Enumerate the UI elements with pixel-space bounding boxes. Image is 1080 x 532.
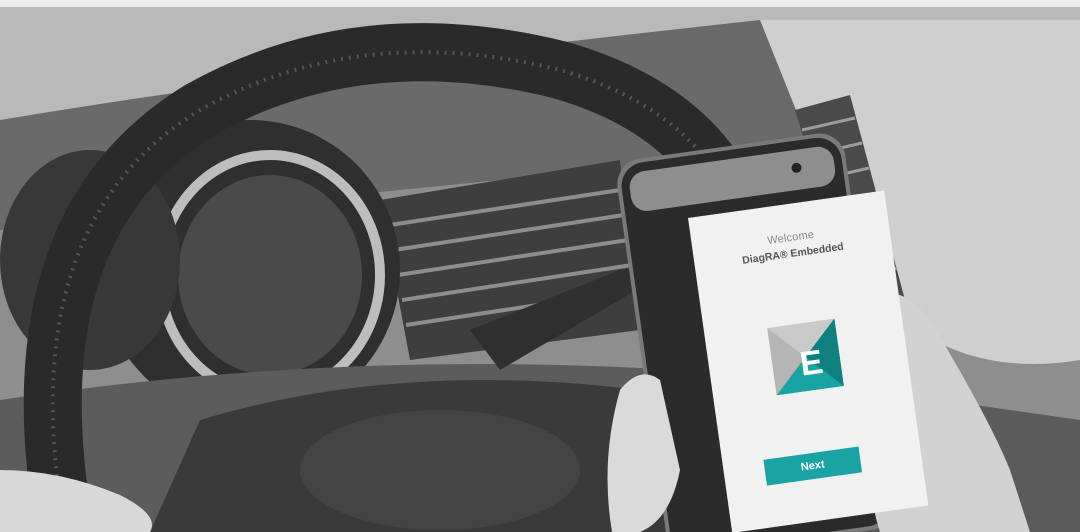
car-interior-photo: Welcome DiagRA® Embedded E Next	[0, 0, 1080, 532]
steering-wheel-center	[300, 410, 580, 530]
next-button[interactable]: Next	[763, 446, 863, 486]
app-logo-icon: E	[767, 318, 844, 396]
